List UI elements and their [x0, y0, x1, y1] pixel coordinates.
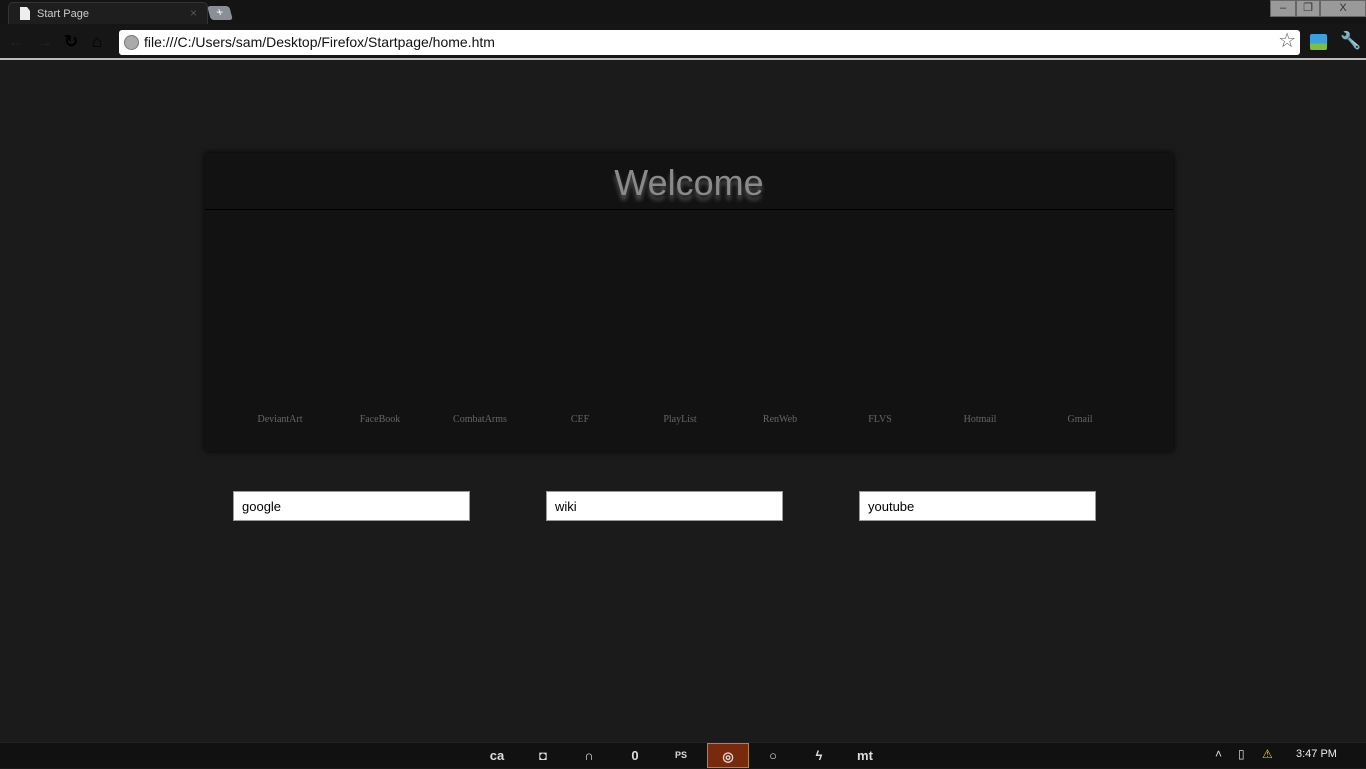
link-renweb[interactable]: RenWeb [730, 414, 830, 425]
window-controls: – ❐ X [1270, 0, 1366, 17]
toolbar: ← → ↻ ⌂ file:///C:/Users/sam/Desktop/Fir… [0, 24, 1366, 60]
panel-header: Welcome [205, 153, 1173, 210]
tray-expand-icon[interactable]: ˄ [1215, 747, 1222, 761]
home-icon[interactable]: ⌂ [92, 32, 102, 52]
taskbar: ca ◘ ∩ 0 PS ◎ ○ ϟ mt ˄ ▯ ⚠ 3:47 PM [0, 742, 1366, 768]
network-warning-icon[interactable]: ⚠ [1262, 747, 1273, 761]
extension-image-icon[interactable] [1310, 34, 1327, 50]
taskbar-item-chrome[interactable]: ◎ [707, 743, 749, 768]
taskbar-item-mt[interactable]: mt [842, 743, 888, 768]
wiki-search-input[interactable] [546, 491, 783, 521]
wrench-icon[interactable]: 🔧 [1340, 31, 1361, 51]
reload-icon[interactable]: ↻ [64, 32, 78, 52]
address-bar[interactable]: file:///C:/Users/sam/Desktop/Firefox/Sta… [119, 30, 1300, 55]
google-search-input[interactable] [233, 491, 470, 521]
taskbar-item-circle[interactable]: ○ [750, 743, 796, 768]
bookmark-star-icon[interactable]: ☆ [1278, 29, 1296, 54]
minimize-button[interactable]: – [1270, 0, 1296, 17]
taskbar-item-opera[interactable]: 0 [612, 743, 658, 768]
welcome-panel: Welcome DeviantArt FaceBook CombatArms C… [205, 153, 1173, 451]
restore-button[interactable]: ❐ [1296, 0, 1320, 17]
link-hotmail[interactable]: Hotmail [930, 414, 1030, 425]
url-text: file:///C:/Users/sam/Desktop/Firefox/Sta… [144, 34, 495, 50]
tab-title: Start Page [37, 8, 89, 20]
link-cef[interactable]: CEF [530, 414, 630, 425]
battery-icon[interactable]: ▯ [1238, 747, 1245, 761]
taskbar-item-ca[interactable]: ca [474, 743, 520, 768]
new-tab-button[interactable]: + [207, 5, 233, 20]
back-icon[interactable]: ← [8, 32, 25, 52]
taskbar-item-headphones[interactable]: ∩ [566, 743, 612, 768]
tab-close-icon[interactable]: × [190, 6, 197, 20]
link-deviantart[interactable]: DeviantArt [230, 414, 330, 425]
clock[interactable]: 3:47 PM [1296, 748, 1337, 760]
taskbar-item-flash[interactable]: ϟ [796, 743, 842, 768]
link-combatarms[interactable]: CombatArms [430, 414, 530, 425]
page-title: Welcome [614, 162, 764, 203]
page-icon [20, 7, 30, 20]
link-gmail[interactable]: Gmail [1030, 414, 1130, 425]
globe-icon [124, 35, 139, 50]
youtube-search-input[interactable] [859, 491, 1096, 521]
tab-strip: Start Page × + – ❐ X [0, 0, 1366, 24]
close-window-button[interactable]: X [1320, 0, 1366, 17]
forward-icon[interactable]: → [36, 32, 53, 52]
tab-start-page[interactable]: Start Page × [8, 2, 208, 24]
link-bar: DeviantArt FaceBook CombatArms CEF PlayL… [230, 414, 1130, 425]
link-flvs[interactable]: FLVS [830, 414, 930, 425]
taskbar-item-photoshop[interactable]: PS [658, 743, 704, 768]
taskbar-item-app[interactable]: ◘ [520, 743, 566, 768]
link-playlist[interactable]: PlayList [630, 414, 730, 425]
link-facebook[interactable]: FaceBook [330, 414, 430, 425]
